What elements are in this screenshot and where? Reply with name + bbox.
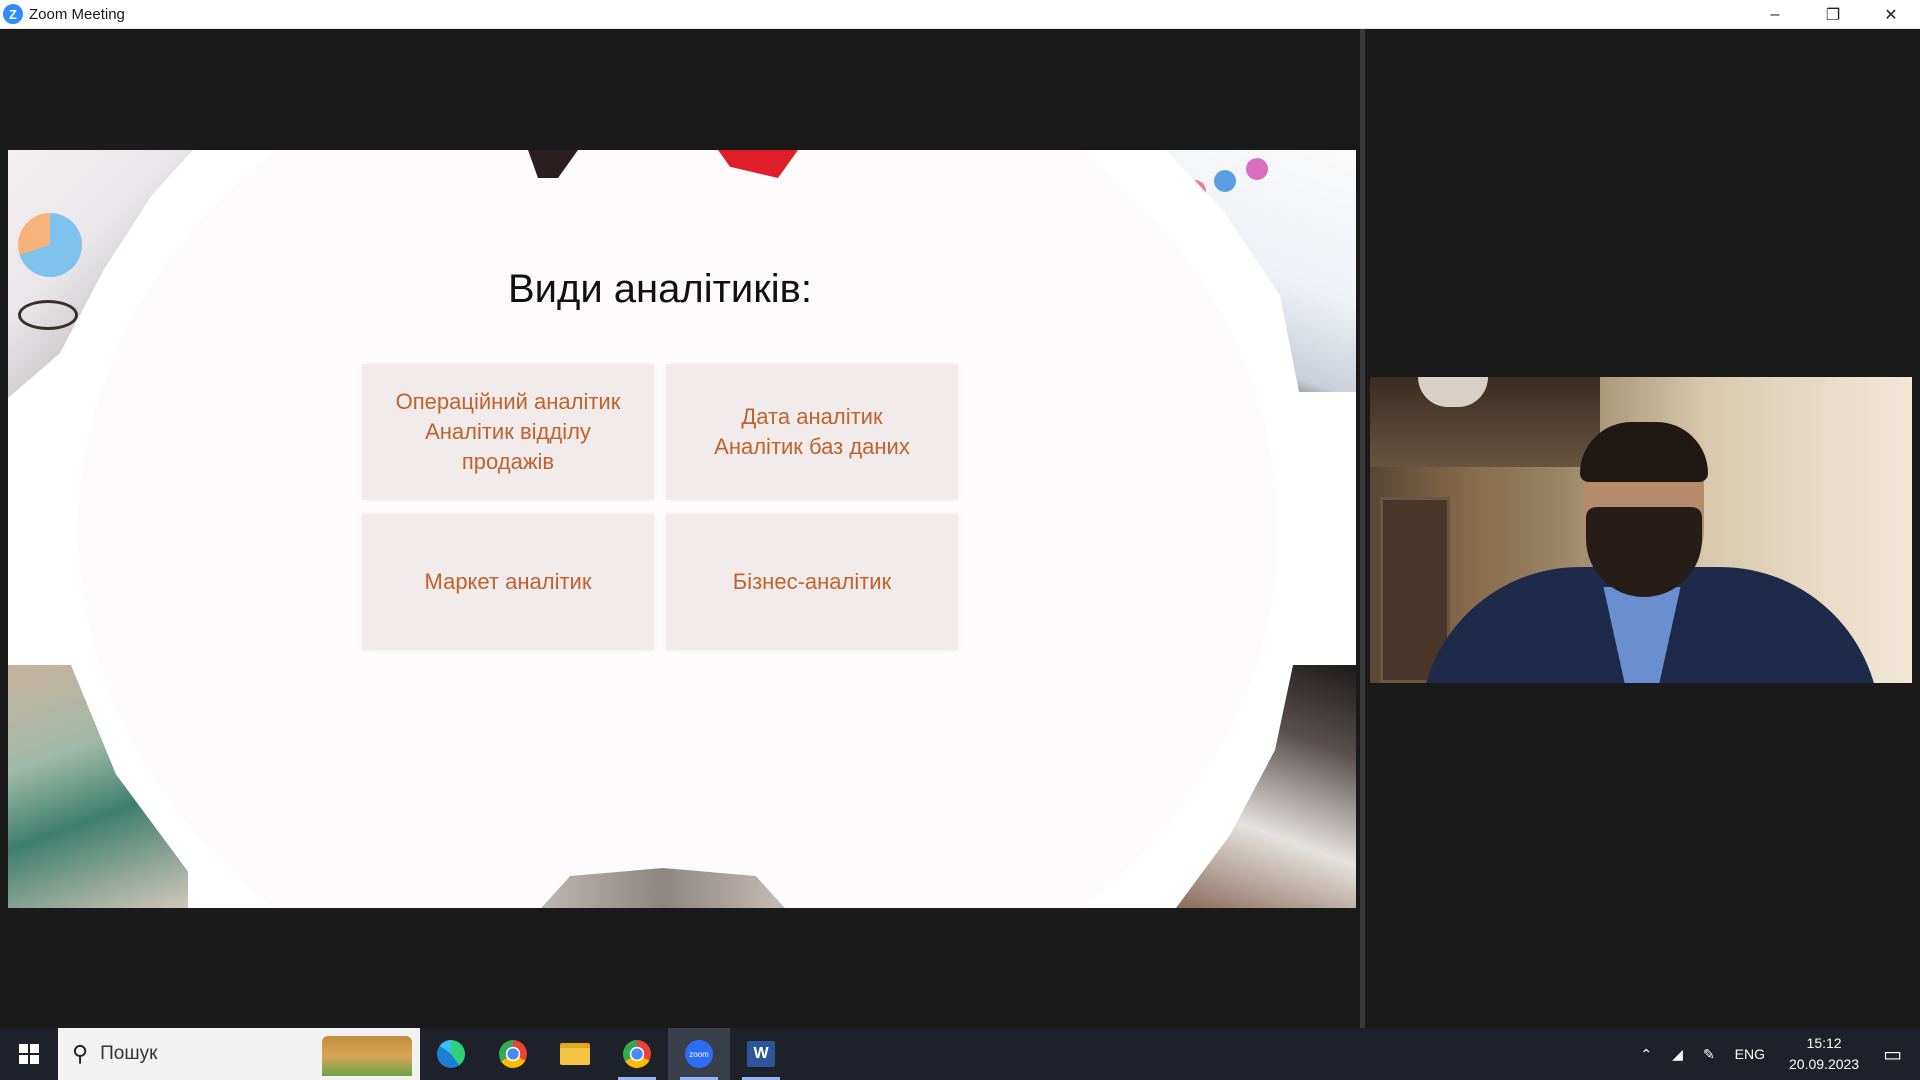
search-highlight-illustration[interactable] <box>322 1036 412 1076</box>
system-tray: ⌃ ◢ ✎ ENG 15:12 20.09.2023 ▭ <box>1630 1028 1920 1080</box>
edge-taskbar-button[interactable] <box>420 1028 482 1080</box>
window-titlebar: Z Zoom Meeting – ❐ ✕ <box>0 0 1920 29</box>
zoom-icon: zoom <box>685 1040 713 1068</box>
network-icon[interactable]: ◢ <box>1672 1046 1683 1063</box>
analyst-card-text: Операційний аналітик Аналітик відділу пр… <box>395 389 621 474</box>
window-controls: – ❐ ✕ <box>1746 0 1920 29</box>
file-explorer-taskbar-button[interactable] <box>544 1028 606 1080</box>
taskbar-search-box[interactable]: ⚲ Пошук <box>58 1028 420 1080</box>
analyst-card: Операційний аналітик Аналітик відділу пр… <box>362 364 654 500</box>
file-explorer-icon <box>560 1043 590 1065</box>
chart-dot <box>1214 170 1236 192</box>
notification-center-icon[interactable]: ▭ <box>1883 1042 1902 1067</box>
show-hidden-icons-chevron-icon[interactable]: ⌃ <box>1640 1046 1652 1063</box>
restore-button[interactable]: ❐ <box>1804 0 1862 29</box>
close-button[interactable]: ✕ <box>1862 0 1920 29</box>
clock-time: 15:12 <box>1806 1035 1842 1051</box>
chrome-profile-taskbar-button[interactable] <box>606 1028 668 1080</box>
search-placeholder: Пошук <box>100 1043 158 1064</box>
analyst-card: Бізнес-аналітик <box>666 514 958 650</box>
chart-dot <box>1184 180 1206 202</box>
word-taskbar-button[interactable]: W <box>730 1028 792 1080</box>
shared-screen-slide: Види аналітиків: Операційний аналітик Ан… <box>8 150 1356 908</box>
zoom-logo-icon: Z <box>3 4 23 24</box>
clock-date: 20.09.2023 <box>1789 1056 1860 1072</box>
analyst-card-text: Маркет аналітик <box>424 569 592 594</box>
participant-video-tile[interactable] <box>1370 377 1912 683</box>
analyst-card: Маркет аналітик <box>362 514 654 650</box>
pen-icon[interactable]: ✎ <box>1703 1046 1715 1063</box>
analyst-card-text: Дата аналітик Аналітик баз даних <box>714 404 910 459</box>
chrome-taskbar-button[interactable] <box>482 1028 544 1080</box>
windows-logo-icon <box>19 1044 39 1064</box>
start-button[interactable] <box>0 1028 58 1080</box>
window-title: Zoom Meeting <box>29 5 125 23</box>
language-indicator[interactable]: ENG <box>1735 1046 1765 1062</box>
analyst-card-text: Бізнес-аналітик <box>732 569 892 594</box>
video-ceiling <box>1370 377 1600 467</box>
clock[interactable]: 15:12 20.09.2023 <box>1789 1033 1859 1075</box>
word-icon: W <box>747 1041 775 1067</box>
edge-icon <box>437 1040 465 1068</box>
panel-divider[interactable] <box>1360 29 1365 1028</box>
chart-dot <box>1246 158 1268 180</box>
search-icon: ⚲ <box>72 1041 89 1066</box>
analyst-card: Дата аналітик Аналітик баз даних <box>666 364 958 500</box>
chrome-icon <box>499 1040 527 1068</box>
slide-title: Види аналітиків: <box>507 267 813 311</box>
minimize-button[interactable]: – <box>1746 0 1804 29</box>
zoom-taskbar-button[interactable]: zoom <box>668 1028 730 1080</box>
chrome-profile-icon <box>623 1040 651 1068</box>
windows-taskbar: ⚲ Пошук zoom W ⌃ ◢ ✎ ENG 15:12 20.09.202… <box>0 1028 1920 1080</box>
